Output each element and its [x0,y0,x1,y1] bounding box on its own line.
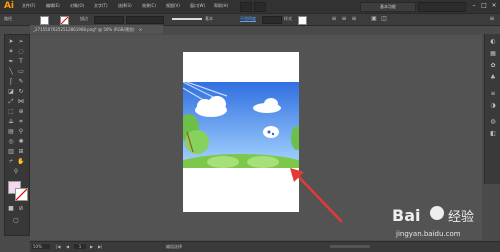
type-icon[interactable]: T [17,58,25,66]
panel-menu-icon[interactable]: ≡ [488,15,496,23]
menu-effect[interactable]: 效果(C) [142,3,156,9]
hand-icon[interactable]: ✋ [17,158,25,166]
none-mode-icon[interactable]: ⊘ [17,205,25,213]
menu-object[interactable]: 对象(O) [70,3,84,9]
direct-selection-icon[interactable]: ➢ [17,38,25,46]
watermark-brand: Bai [392,206,421,225]
appearance-icon[interactable]: ◍ [489,118,497,126]
line-icon[interactable]: ╲ [7,68,15,76]
maximize-button[interactable]: □ [480,2,488,10]
horizontal-scrollbar[interactable] [330,245,370,248]
style-label: 样式 [284,16,292,21]
app-logo: Ai [3,1,15,11]
slice-icon[interactable]: ⌿ [7,158,15,166]
eyedropper-icon[interactable]: ⚲ [17,128,25,136]
color-panel-icon[interactable]: ◐ [489,38,497,46]
selection-icon[interactable]: ➤ [7,38,15,46]
zoom-value: 50% [33,244,42,249]
pen-icon[interactable]: ✒ [7,58,15,66]
stroke-label: 描边 [80,16,88,21]
brush-profile-label: 基本 [205,16,213,21]
shape-builder-icon[interactable]: ⊕ [17,108,25,116]
stroke-swatch[interactable] [60,16,69,25]
tools-panel: ➤ ➢ ✶ ◌ ✒ T ╲ ▭ ʃ ✎ ◪ ↻ ⤢ ⋈ ⬚ ⊕ ⟁ ⌗ ▤ ⚲ … [4,34,30,236]
brush-stroke-preview [172,18,202,20]
align-center-icon[interactable]: ≡ [340,15,348,23]
right-panel-dock: ◐ ▦ ✿ ♣ ≡ ◑ ◍ ◧ [484,34,500,184]
stroke-weight-dropdown[interactable] [94,16,124,24]
workspace-switcher[interactable]: 基本功能 [360,2,416,12]
rectangle-icon[interactable]: ▭ [17,68,25,76]
watermark: Bai 经验 jingyan.baidu.com [392,198,498,250]
blend-icon[interactable]: ◎ [7,138,15,146]
paintbrush-icon[interactable]: ʃ [7,78,15,86]
magic-wand-icon[interactable]: ✶ [7,48,15,56]
prev-artboard-icon[interactable]: ◀ [66,244,69,249]
zoom-field[interactable]: 50% [32,244,50,249]
first-artboard-icon[interactable]: |◀ [56,244,60,249]
last-artboard-icon[interactable]: ▶| [98,244,102,249]
swatches-icon[interactable]: ▦ [489,50,497,58]
opacity-link[interactable]: 不透明度 [240,16,256,22]
fill-swatch[interactable] [40,16,49,25]
graph-icon[interactable]: ▥ [7,148,15,156]
gradient-icon[interactable]: ▤ [7,128,15,136]
paw-icon [430,206,444,220]
minimize-button[interactable]: – [470,2,478,10]
bridge-button[interactable] [240,2,252,12]
transparency-icon[interactable]: ◑ [489,102,497,110]
screen-mode-icon[interactable]: ▢ [12,217,20,225]
document-tab[interactable]: _27155076252512861908.png* @ 50% (RGB/预览… [30,25,163,34]
next-artboard-icon[interactable]: ▶ [90,244,93,249]
symbols-icon[interactable]: ♣ [489,74,497,82]
align-left-icon[interactable]: ≡ [330,15,338,23]
landscape-illustration [183,82,299,168]
pencil-icon[interactable]: ✎ [17,78,25,86]
menu-window[interactable]: 窗口(W) [190,3,205,9]
menu-view[interactable]: 视图(V) [166,3,180,9]
menu-help[interactable]: 帮助(H) [214,3,228,9]
artboard-number[interactable]: 1 [74,244,86,249]
menu-file[interactable]: 文件(F) [22,3,35,9]
placed-image[interactable] [183,82,299,168]
document-tab-title: _27155076252512861908.png* @ 50% (RGB/预览… [33,27,135,32]
search-input[interactable] [418,2,466,12]
align-right-icon[interactable]: ≡ [350,15,358,23]
style-swatch[interactable] [298,16,307,25]
menu-select[interactable]: 选择(S) [118,3,132,9]
color-mode-icon[interactable]: ■ [7,205,15,213]
arrange-documents-button[interactable] [254,2,266,12]
perspective-icon[interactable]: ⟁ [7,118,15,126]
current-tool-label: 编组选择 [166,244,182,249]
eraser-icon[interactable]: ◪ [7,88,15,96]
stroke-icon[interactable]: ≡ [489,90,497,98]
brushes-icon[interactable]: ✿ [489,62,497,70]
stroke-color-box[interactable] [15,188,28,201]
zoom-icon[interactable]: ⚲ [12,168,20,176]
menu-type[interactable]: 文字(T) [94,3,108,9]
opacity-dropdown[interactable] [262,16,282,24]
layers-icon[interactable]: ◧ [489,130,497,138]
mesh-icon[interactable]: ⌗ [17,118,25,126]
variable-width-dropdown[interactable] [126,16,164,24]
watermark-brand-cn: 经验 [448,210,475,225]
isolate-icon[interactable]: ◫ [380,15,388,23]
menu-edit[interactable]: 编辑(E) [46,3,60,9]
menu-bar: Ai 文件(F) 编辑(E) 对象(O) 文字(T) 选择(S) 效果(C) 视… [0,0,500,13]
symbol-sprayer-icon[interactable]: ✺ [17,138,25,146]
document-tab-close[interactable]: × [139,27,142,32]
artboard-icon[interactable]: ⊞ [17,148,25,156]
free-transform-icon[interactable]: ⬚ [7,108,15,116]
lasso-icon[interactable]: ◌ [17,48,25,56]
selection-type-label: 路径 [4,16,12,21]
scale-icon[interactable]: ⤢ [7,98,15,106]
transform-icon[interactable]: ▣ [370,15,378,23]
annotation-arrow [290,168,343,223]
width-icon[interactable]: ⋈ [17,98,25,106]
watermark-url: jingyan.baidu.com [396,230,461,238]
close-button[interactable]: × [490,2,498,10]
rotate-icon[interactable]: ↻ [17,88,25,96]
